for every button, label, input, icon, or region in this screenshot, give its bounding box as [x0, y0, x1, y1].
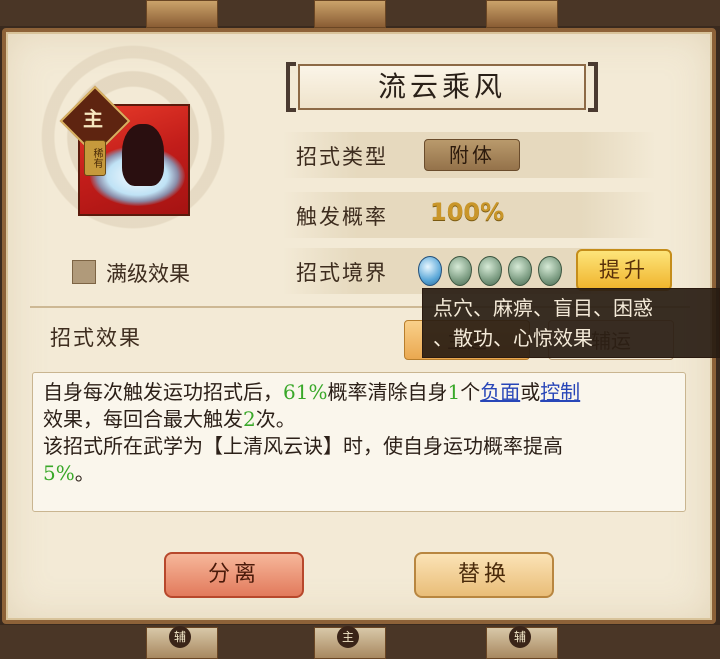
desc-line: 效果，每回合最大触发2次。 — [43, 406, 675, 433]
max-level-checkbox[interactable] — [72, 260, 96, 284]
desc-line: 5%。 — [43, 460, 675, 487]
desc-number: 1 — [447, 380, 461, 404]
replace-button[interactable]: 替换 — [414, 552, 554, 598]
desc-percent: 5% — [43, 461, 75, 485]
negative-effect-link[interactable]: 负面 — [480, 380, 520, 404]
desc-line: 自身每次触发运功招式后，61%概率清除自身1个负面或控制 — [43, 379, 675, 406]
effect-label: 招式效果 — [50, 326, 142, 350]
desc-text: 次。 — [255, 407, 296, 431]
desc-text: 概率清除自身 — [327, 380, 448, 404]
background-card: 辅 — [486, 626, 558, 659]
background-card — [486, 0, 558, 28]
realm-label: 招式境界 — [296, 261, 388, 285]
type-label: 招式类型 — [296, 145, 388, 169]
title-bracket-left — [286, 62, 296, 112]
desc-percent: 61% — [283, 380, 328, 404]
main-badge: 主 — [83, 107, 103, 131]
upgrade-button[interactable]: 提升 — [576, 249, 672, 291]
aux-badge: 辅 — [169, 626, 191, 648]
main-badge: 主 — [337, 626, 359, 648]
max-level-label: 满级效果 — [106, 262, 190, 286]
figure-art — [122, 124, 164, 186]
aux-badge: 辅 — [509, 626, 531, 648]
desc-text: 或 — [520, 380, 541, 404]
background-card: 主 — [314, 626, 386, 659]
effect-description: 自身每次触发运功招式后，61%概率清除自身1个负面或控制 效果，每回合最大触发2… — [32, 372, 686, 512]
control-effect-link[interactable]: 控制 — [540, 380, 580, 404]
desc-text: 个 — [460, 380, 481, 404]
background-card: 辅 — [146, 626, 218, 659]
desc-text: 效果，每回合最大触发 — [43, 407, 243, 431]
rarity-badge: 稀有 — [84, 140, 106, 176]
tooltip-line: 、散功、心惊效果 — [433, 326, 593, 350]
skill-title: 流云乘风 — [298, 64, 586, 110]
desc-number: 2 — [243, 407, 256, 431]
desc-text: 。 — [74, 461, 95, 485]
background-card — [146, 0, 218, 28]
prob-value: 100% — [430, 198, 505, 226]
tooltip: 点穴、麻痹、盲目、困惑 、散功、心惊效果 — [422, 288, 720, 358]
desc-line: 该招式所在武学为【上清风云诀】时，使自身运功概率提高 — [43, 434, 563, 458]
background-card — [314, 0, 386, 28]
tooltip-line: 点穴、麻痹、盲目、困惑 — [433, 296, 653, 320]
title-bracket-right — [588, 62, 598, 112]
desc-text: 自身每次触发运功招式后， — [43, 380, 283, 404]
prob-label: 触发概率 — [296, 205, 388, 229]
separate-button[interactable]: 分离 — [164, 552, 304, 598]
type-tag: 附体 — [424, 139, 520, 171]
